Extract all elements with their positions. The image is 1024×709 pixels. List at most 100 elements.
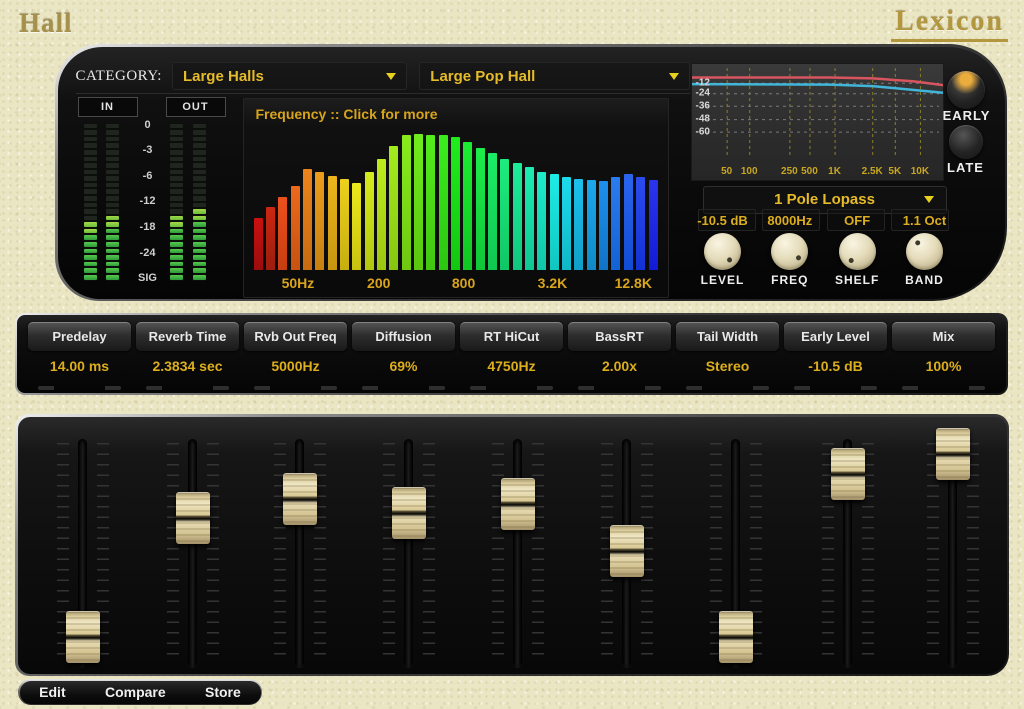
param-tab-early-level[interactable]: Early Level	[784, 322, 887, 351]
io-meters: IN OUT 0-3-6-12-18-24SIG	[78, 97, 250, 293]
param-tab-reverb-time[interactable]: Reverb Time	[136, 322, 239, 351]
meter-segment	[170, 176, 183, 181]
preset-dropdown-value: Large Pop Hall	[430, 68, 535, 85]
meter-segment	[170, 150, 183, 155]
spectrum-bar	[328, 176, 337, 270]
meter-segment	[106, 163, 119, 168]
meter-segment	[170, 170, 183, 175]
frequency-display-title: Frequency :: Click for more	[256, 106, 438, 122]
param-tab-predelay[interactable]: Predelay	[28, 322, 131, 351]
frequency-display[interactable]: Frequency :: Click for more 50Hz2008003.…	[243, 98, 669, 298]
param-value-predelay[interactable]: 14.00 ms	[28, 351, 131, 380]
late-response-curve	[692, 84, 943, 93]
fader-handle-rvb-out-freq[interactable]	[283, 473, 317, 525]
meter-segment	[170, 262, 183, 267]
param-value-early-level[interactable]: -10.5 dB	[784, 351, 887, 380]
meter-segment	[106, 130, 119, 135]
knob-band[interactable]	[906, 233, 943, 270]
fader-track-reverb-time[interactable]	[188, 439, 197, 667]
spectrum-bar	[463, 142, 472, 269]
param-tab-tail-width[interactable]: Tail Width	[676, 322, 779, 351]
late-button[interactable]	[949, 125, 983, 159]
preset-dropdown[interactable]: Large Pop Hall	[419, 62, 689, 90]
spectrum-bar	[340, 179, 349, 270]
knob-value-shelf[interactable]: OFF	[844, 213, 870, 231]
spectrum-axis-label: 3.2K	[538, 275, 568, 291]
store-button[interactable]: Store	[195, 682, 251, 702]
meter-segment	[106, 183, 119, 188]
meter-segment	[193, 130, 206, 135]
spectrum-bar	[278, 197, 287, 270]
param-value-reverb-time[interactable]: 2.3834 sec	[136, 351, 239, 380]
knob-freq[interactable]	[771, 233, 808, 270]
fader-panel	[15, 414, 1009, 676]
spectrum-bar	[488, 153, 497, 269]
fader-early-level	[816, 417, 880, 674]
param-value-tail-width[interactable]: Stereo	[676, 351, 779, 380]
param-value-rvb-out-freq[interactable]: 5000Hz	[244, 351, 347, 380]
fader-handle-diffusion[interactable]	[392, 487, 426, 539]
knob-value-level[interactable]: -10.5 dB	[697, 213, 748, 231]
spectrum-bar	[254, 218, 263, 270]
knob-shelf[interactable]	[839, 233, 876, 270]
meter-segment	[170, 216, 183, 221]
meter-segment	[170, 137, 183, 142]
spectrum-bar	[500, 159, 509, 270]
early-button[interactable]	[947, 71, 985, 109]
meter-segment	[84, 235, 97, 240]
eq-x-label: 250	[781, 166, 798, 177]
fader-ticks	[383, 443, 395, 663]
fader-rt-hicut	[486, 417, 550, 674]
meter-segment	[193, 262, 206, 267]
fader-handle-reverb-time[interactable]	[176, 492, 210, 544]
param-tab-mix[interactable]: Mix	[892, 322, 995, 351]
fader-handle-rt-hicut[interactable]	[501, 478, 535, 530]
fader-track-diffusion[interactable]	[404, 439, 413, 667]
knob-label-level: LEVEL	[701, 273, 745, 287]
spectrum-bar	[513, 163, 522, 269]
param-tab-rvb-out-freq[interactable]: Rvb Out Freq	[244, 322, 347, 351]
eq-x-label: 1K	[828, 166, 841, 177]
meter-segment	[84, 216, 97, 221]
param-tab-diffusion[interactable]: Diffusion	[352, 322, 455, 351]
param-tab-bassrt[interactable]: BassRT	[568, 322, 671, 351]
meter-segment	[106, 229, 119, 234]
meter-segment	[84, 196, 97, 201]
edit-button[interactable]: Edit	[29, 682, 75, 702]
param-tab-rt-hicut[interactable]: RT HiCut	[460, 322, 563, 351]
main-display-panel: CATEGORY: Large Halls Large Pop Hall IN …	[55, 44, 1007, 301]
fader-handle-early-level[interactable]	[831, 448, 865, 500]
meter-segment	[193, 143, 206, 148]
spectrum-bar	[649, 180, 658, 270]
knob-group-band: 1.1 OctBAND	[893, 213, 955, 287]
fader-handle-predelay[interactable]	[66, 611, 100, 663]
meter-segment	[106, 170, 119, 175]
fader-track-rt-hicut[interactable]	[513, 439, 522, 667]
fader-handle-mix[interactable]	[936, 428, 970, 480]
eq-y-label: -24	[696, 88, 710, 99]
meter-segment	[84, 183, 97, 188]
eq-x-label: 100	[741, 166, 758, 177]
knob-value-band[interactable]: 1.1 Oct	[903, 213, 946, 231]
knob-indicator-dot	[795, 254, 802, 261]
meter-segment	[170, 275, 183, 280]
fader-ticks	[492, 443, 504, 663]
knob-value-freq[interactable]: 8000Hz	[767, 213, 812, 231]
eq-plot	[692, 64, 943, 160]
knob-level[interactable]	[704, 233, 741, 270]
meter-segment	[170, 268, 183, 273]
param-value-mix[interactable]: 100%	[892, 351, 995, 380]
param-value-bassrt[interactable]: 2.00x	[568, 351, 671, 380]
param-value-rt-hicut[interactable]: 4750Hz	[460, 351, 563, 380]
param-value-diffusion[interactable]: 69%	[352, 351, 455, 380]
meter-segment	[106, 150, 119, 155]
meter-segment	[193, 163, 206, 168]
category-dropdown[interactable]: Large Halls	[172, 62, 407, 90]
fader-handle-bassrt[interactable]	[610, 525, 644, 577]
late-button-label: LATE	[942, 160, 990, 175]
meter-segment	[84, 176, 97, 181]
meter-segment	[170, 196, 183, 201]
fader-handle-tail-width[interactable]	[719, 611, 753, 663]
meter-segment	[106, 268, 119, 273]
compare-button[interactable]: Compare	[95, 682, 176, 702]
